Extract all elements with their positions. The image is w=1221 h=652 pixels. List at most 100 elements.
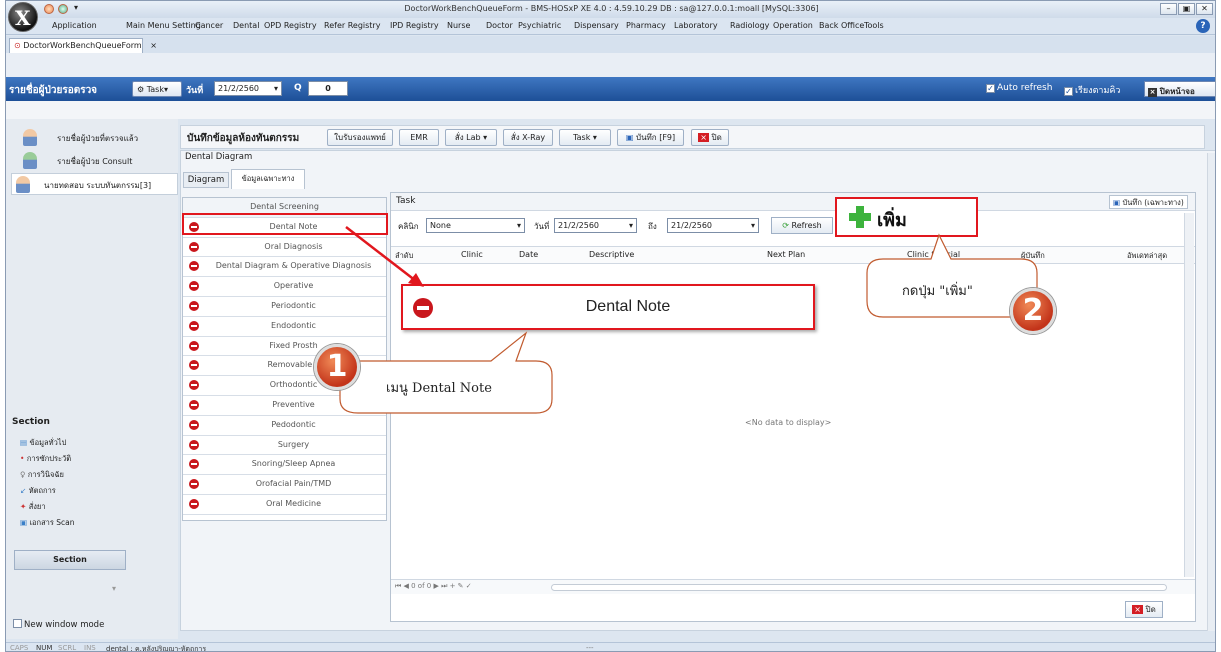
record-navigator[interactable]: ⏮ ◀ 0 of 0 ▶ ⏭ + ✎ ✓ [395, 582, 472, 591]
minus-icon[interactable] [189, 419, 199, 430]
refresh-button[interactable]: ⟳ Refresh [771, 217, 833, 234]
dental-menu-item[interactable]: Snoring/Sleep Apnea [183, 455, 386, 476]
minus-icon[interactable] [189, 241, 199, 252]
minus-icon[interactable] [189, 439, 199, 450]
task-menu-button[interactable]: Task ▾ [559, 129, 611, 146]
main-scrollbar[interactable] [1207, 153, 1215, 631]
section-item-history[interactable]: • การซักประวัติ [20, 453, 71, 465]
close-button[interactable]: × ปิด [691, 129, 729, 146]
minimize-button[interactable]: – [1160, 3, 1177, 15]
checkbox-box [13, 619, 22, 628]
close-icon: × [1148, 88, 1157, 97]
section-item-procedure[interactable]: ↙ หัตถการ [20, 485, 56, 497]
close-screen-button[interactable]: × ปิดหน้าจอ [1144, 81, 1215, 97]
tab-specialty[interactable]: ข้อมูลเฉพาะทาง [231, 169, 305, 189]
tab-close-icon[interactable]: × [150, 41, 157, 50]
date-from-input[interactable]: 21/2/2560 ▾ [554, 218, 637, 233]
patient-item-selected[interactable]: นายทดสอบ ระบบทันตกรรม[3] [11, 173, 178, 195]
list-item[interactable]: รายชื่อผู้ป่วยที่ตรวจแล้ว [11, 127, 176, 149]
calendar-icon: ▤ [20, 438, 28, 447]
column-header-date[interactable]: Date [519, 250, 538, 259]
page-title: บันทึกข้อมูลห้องทันตกรรม [187, 133, 300, 144]
menu-psychiatric[interactable]: Psychiatric [518, 21, 561, 30]
menu-doctor[interactable]: Doctor [486, 21, 513, 30]
section-item-diagnosis[interactable]: ♀ การวินิจฉัย [20, 469, 64, 481]
menu-cancer[interactable]: Cancer [195, 21, 223, 30]
chevron-down-icon[interactable]: ▾ [751, 221, 755, 230]
menu-application[interactable]: Application [52, 21, 97, 30]
menu-main-menu-setting[interactable]: Main Menu Setting [126, 21, 201, 30]
menu-operation[interactable]: Operation [773, 21, 813, 30]
callout-1-shape [339, 331, 553, 414]
column-header-descriptive[interactable]: Descriptive [589, 250, 634, 259]
task-close-button[interactable]: × ปิด [1125, 601, 1163, 618]
close-window-button[interactable]: ✕ [1196, 3, 1213, 15]
minus-icon[interactable] [189, 281, 199, 292]
clinic-select[interactable]: None ▾ [426, 218, 525, 233]
task-dropdown-button[interactable]: ⚙ Task▾ [132, 81, 182, 97]
left-panel: รายชื่อผู้ป่วยที่ตรวจแล้ว รายชื่อผู้ป่วย… [6, 119, 178, 639]
dropdown-arrow-icon[interactable]: ▾ [74, 3, 78, 12]
menu-radiology[interactable]: Radiology [730, 21, 769, 30]
minus-icon[interactable] [189, 459, 199, 470]
order-xray-button[interactable]: สั่ง X-Ray [503, 129, 553, 146]
q-input[interactable]: 0 [308, 81, 348, 96]
emr-button[interactable]: EMR [399, 129, 439, 146]
dental-menu-item[interactable]: Oral Medicine [183, 495, 386, 515]
dental-menu-item[interactable]: Orofacial Pain/TMD [183, 475, 386, 495]
chevron-down-icon[interactable]: ▾ [274, 84, 278, 93]
date-to-input[interactable]: 21/2/2560 ▾ [667, 218, 759, 233]
new-window-checkbox[interactable]: New window mode [13, 619, 104, 630]
save-f9-button[interactable]: ▣ บันทึก [F9] [617, 129, 684, 146]
section-button[interactable]: Section [14, 550, 126, 570]
minus-icon[interactable] [189, 499, 199, 509]
home-icon[interactable] [58, 4, 68, 14]
list-item[interactable]: รายชื่อผู้ป่วย Consult [11, 150, 176, 172]
minus-icon[interactable] [189, 261, 199, 272]
title-bar: DoctorWorkBenchQueueForm - BMS-HOSxP XE … [6, 1, 1215, 18]
restore-button[interactable]: ▣ [1178, 3, 1195, 15]
date-input[interactable]: 21/2/2560 ▾ [214, 81, 282, 96]
quick-access-icon[interactable] [44, 4, 54, 14]
patient-icon [16, 176, 30, 193]
column-header-next-plan[interactable]: Next Plan [767, 250, 805, 259]
app-logo[interactable]: X [8, 2, 38, 32]
menu-opd-registry[interactable]: OPD Registry [264, 21, 317, 30]
help-icon[interactable]: ? [1196, 19, 1210, 33]
minus-icon[interactable] [189, 301, 199, 311]
menu-pharmacy[interactable]: Pharmacy [626, 21, 666, 30]
menu-nurse[interactable]: Nurse [447, 21, 470, 30]
auto-refresh-checkbox[interactable]: ✓ Auto refresh [986, 83, 1052, 93]
minus-icon[interactable] [189, 320, 199, 331]
chevron-down-icon[interactable]: ▾ [629, 221, 633, 230]
minus-icon[interactable] [189, 340, 199, 351]
column-header-clinic[interactable]: Clinic [461, 250, 483, 259]
tab-doctor-workbench[interactable]: ⊙ DoctorWorkBenchQueueForm × [9, 38, 157, 53]
menu-laboratory[interactable]: Laboratory [674, 21, 718, 30]
vertical-scrollbar[interactable] [1184, 213, 1194, 577]
menu-tools[interactable]: Tools [864, 21, 884, 30]
minus-icon[interactable] [189, 479, 199, 490]
dental-menu-item[interactable]: Surgery [183, 436, 386, 456]
menu-dental[interactable]: Dental [233, 21, 259, 30]
section-item-scan[interactable]: ▣ เอกสาร Scan [20, 517, 75, 529]
minus-icon[interactable] [189, 400, 199, 410]
horizontal-scrollbar[interactable] [551, 584, 1167, 591]
column-header-last-update[interactable]: อัพเดทล่าสุด [1127, 250, 1167, 262]
section-item-prescribe[interactable]: ✦ สั่งยา [20, 501, 46, 513]
save-special-button[interactable]: ▣ บันทึก (เฉพาะทาง) [1109, 195, 1188, 209]
minus-icon[interactable] [189, 360, 199, 371]
order-lab-button[interactable]: สั่ง Lab ▾ [445, 129, 497, 146]
menu-back-office[interactable]: Back Office [819, 21, 864, 30]
menu-refer-registry[interactable]: Refer Registry [324, 21, 380, 30]
tab-diagram[interactable]: Diagram [183, 172, 229, 188]
menu-dispensary[interactable]: Dispensary [574, 21, 619, 30]
section-item-label: การซักประวัติ [26, 454, 72, 463]
menu-ipd-registry[interactable]: IPD Registry [390, 21, 439, 30]
section-item-general[interactable]: ▤ ข้อมูลทั่วไป [20, 437, 66, 449]
chevron-down-icon[interactable]: ▾ [517, 221, 521, 230]
minus-icon[interactable] [189, 380, 199, 391]
sort-queue-checkbox[interactable]: ✓ เรียงตามคิว [1064, 83, 1120, 97]
medical-certificate-button[interactable]: ใบรับรองแพทย์ [327, 129, 393, 146]
expand-arrow-icon[interactable]: ▾ [112, 584, 116, 593]
